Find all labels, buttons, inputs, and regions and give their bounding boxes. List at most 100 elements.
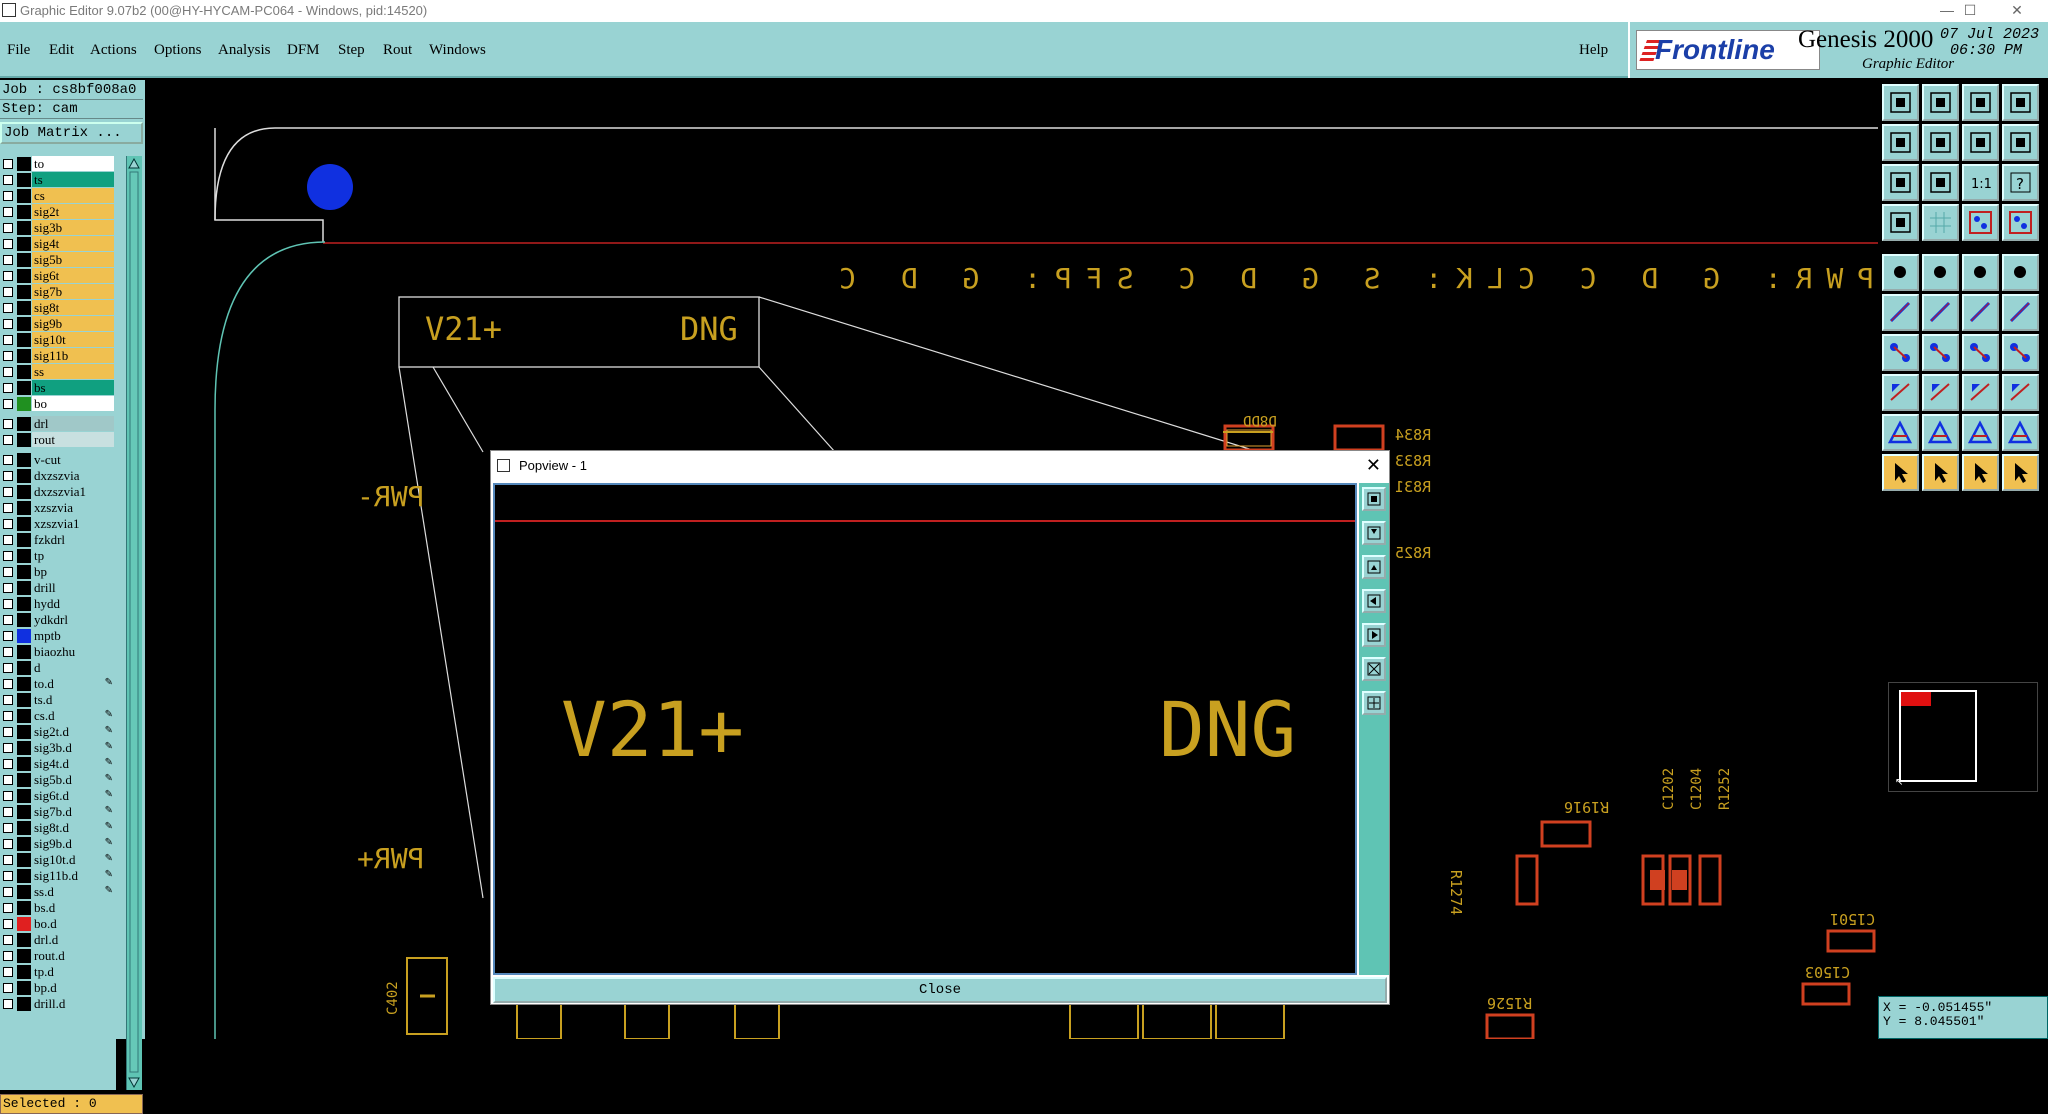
hline-icon[interactable] bbox=[1922, 374, 1959, 411]
line-icon[interactable] bbox=[1922, 334, 1959, 371]
menu-actions[interactable]: Actions bbox=[90, 42, 137, 59]
layer-row[interactable]: xzszvia1 bbox=[0, 516, 116, 532]
layer-checkbox[interactable] bbox=[3, 967, 13, 977]
menu-edit[interactable]: Edit bbox=[49, 42, 74, 59]
layer-checkbox[interactable] bbox=[3, 839, 13, 849]
triangle-b-icon[interactable] bbox=[1962, 414, 1999, 451]
menu-help[interactable]: Help bbox=[1579, 42, 1608, 59]
layer-row[interactable]: dxzszvia1 bbox=[0, 484, 116, 500]
layer-row[interactable]: drl.d bbox=[0, 932, 116, 948]
menu-rout[interactable]: Rout bbox=[383, 42, 412, 59]
snap-off-icon[interactable] bbox=[2002, 204, 2039, 241]
layer-row[interactable]: drill.d bbox=[0, 996, 116, 1012]
angle-icon[interactable] bbox=[1882, 334, 1919, 371]
layer-checkbox[interactable] bbox=[3, 759, 13, 769]
cross-icon[interactable] bbox=[1922, 294, 1959, 331]
layer-checkbox[interactable] bbox=[3, 919, 13, 929]
select-pad-icon[interactable] bbox=[1882, 254, 1919, 291]
layer-row[interactable]: sig7b.d ✎ bbox=[0, 804, 116, 820]
layer-row[interactable]: sig8t bbox=[0, 300, 116, 316]
menu-analysis[interactable]: Analysis bbox=[218, 42, 271, 59]
layer-row[interactable]: v-cut bbox=[0, 452, 116, 468]
pointer-icon[interactable] bbox=[1882, 454, 1919, 491]
layer-row[interactable]: sig9b bbox=[0, 316, 116, 332]
layer-checkbox[interactable] bbox=[3, 951, 13, 961]
layer-row[interactable]: ts bbox=[0, 172, 116, 188]
layer-row[interactable]: sig2t bbox=[0, 204, 116, 220]
zoom-home-icon[interactable] bbox=[1882, 84, 1919, 121]
copy-icon[interactable] bbox=[2002, 374, 2039, 411]
layer-checkbox[interactable] bbox=[3, 223, 13, 233]
pointer-4-icon[interactable] bbox=[2002, 454, 2039, 491]
layer-row[interactable]: sig10t.d ✎ bbox=[0, 852, 116, 868]
menu-dfm[interactable]: DFM bbox=[287, 42, 320, 59]
layer-checkbox[interactable] bbox=[3, 903, 13, 913]
layer-row[interactable]: cs bbox=[0, 188, 116, 204]
layer-row[interactable]: bo bbox=[0, 396, 116, 412]
layer-list-scrollbar[interactable] bbox=[126, 156, 142, 1090]
help-icon[interactable]: ? bbox=[2002, 164, 2039, 201]
layer-row[interactable]: sig5b bbox=[0, 252, 116, 268]
layer-checkbox[interactable] bbox=[3, 551, 13, 561]
layer-checkbox[interactable] bbox=[3, 207, 13, 217]
layer-checkbox[interactable] bbox=[3, 775, 13, 785]
layer-row[interactable]: sig7b bbox=[0, 284, 116, 300]
popview-close-button[interactable]: Close bbox=[493, 977, 1387, 1003]
layer-checkbox[interactable] bbox=[3, 335, 13, 345]
layer-checkbox[interactable] bbox=[3, 647, 13, 657]
layer-row[interactable]: hydd bbox=[0, 596, 116, 612]
layer-checkbox[interactable] bbox=[3, 631, 13, 641]
measure-icon[interactable] bbox=[1882, 204, 1919, 241]
layer-row[interactable]: bs.d bbox=[0, 900, 116, 916]
layer-checkbox[interactable] bbox=[3, 455, 13, 465]
layer-row[interactable]: ydkdrl bbox=[0, 612, 116, 628]
layer-row[interactable]: rout.d bbox=[0, 948, 116, 964]
layer-checkbox[interactable] bbox=[3, 503, 13, 513]
layer-row[interactable]: to.d ✎ bbox=[0, 676, 116, 692]
popview-pan-left-icon[interactable] bbox=[1362, 589, 1386, 613]
layer-checkbox[interactable] bbox=[3, 855, 13, 865]
popview-pan-right-icon[interactable] bbox=[1362, 623, 1386, 647]
layer-row[interactable]: dxzszvia bbox=[0, 468, 116, 484]
layer-row[interactable]: tp bbox=[0, 548, 116, 564]
layer-row[interactable]: sig2t.d ✎ bbox=[0, 724, 116, 740]
layer-checkbox[interactable] bbox=[3, 399, 13, 409]
layer-checkbox[interactable] bbox=[3, 871, 13, 881]
layer-checkbox[interactable] bbox=[3, 663, 13, 673]
layer-row[interactable]: ss bbox=[0, 364, 116, 380]
popview-titlebar[interactable]: Popview - 1 ✕ bbox=[491, 451, 1389, 481]
layer-row[interactable]: xzszvia bbox=[0, 500, 116, 516]
layer-checkbox[interactable] bbox=[3, 303, 13, 313]
layer-row[interactable]: drill bbox=[0, 580, 116, 596]
layer-checkbox[interactable] bbox=[3, 159, 13, 169]
menu-step[interactable]: Step bbox=[338, 42, 365, 59]
fit-icon[interactable] bbox=[1882, 164, 1919, 201]
center-icon[interactable] bbox=[1922, 164, 1959, 201]
layer-checkbox[interactable] bbox=[3, 435, 13, 445]
layer-checkbox[interactable] bbox=[3, 487, 13, 497]
layer-checkbox[interactable] bbox=[3, 983, 13, 993]
triangle-a-icon[interactable] bbox=[1922, 414, 1959, 451]
layer-checkbox[interactable] bbox=[3, 711, 13, 721]
popview-close-icon[interactable]: ✕ bbox=[1366, 455, 1381, 476]
add-pad-icon[interactable] bbox=[1882, 374, 1919, 411]
layer-row[interactable]: d bbox=[0, 660, 116, 676]
layer-checkbox[interactable] bbox=[3, 583, 13, 593]
layer-checkbox[interactable] bbox=[3, 191, 13, 201]
layer-row[interactable]: sig11b bbox=[0, 348, 116, 364]
layer-row[interactable]: rout bbox=[0, 432, 116, 448]
pointer-3-icon[interactable] bbox=[1962, 454, 1999, 491]
triangle-icon[interactable] bbox=[1882, 414, 1919, 451]
layer-checkbox[interactable] bbox=[3, 519, 13, 529]
layer-row[interactable]: sig6t bbox=[0, 268, 116, 284]
layer-checkbox[interactable] bbox=[3, 887, 13, 897]
job-matrix-button[interactable]: Job Matrix ... bbox=[0, 122, 143, 144]
layer-row[interactable]: sig8t.d ✎ bbox=[0, 820, 116, 836]
pointer-2-icon[interactable] bbox=[1922, 454, 1959, 491]
layer-checkbox[interactable] bbox=[3, 823, 13, 833]
snap-on-icon[interactable] bbox=[1962, 204, 1999, 241]
layer-row[interactable]: bs bbox=[0, 380, 116, 396]
grid-icon[interactable] bbox=[1922, 204, 1959, 241]
layer-row[interactable]: sig5b.d ✎ bbox=[0, 772, 116, 788]
layer-row[interactable]: sig4t.d ✎ bbox=[0, 756, 116, 772]
